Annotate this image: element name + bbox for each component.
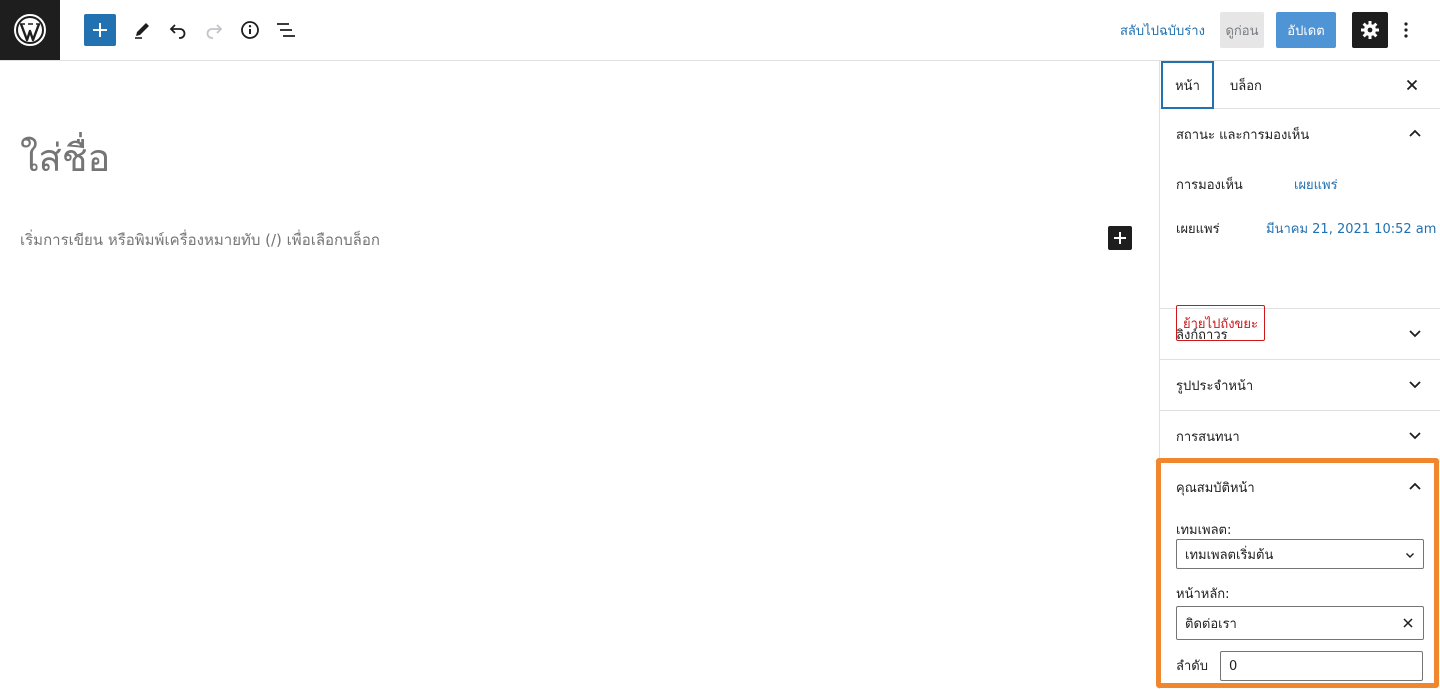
template-label: เทมเพลต: [1176, 523, 1232, 538]
inline-add-block-button[interactable] [1108, 226, 1132, 250]
close-icon [1406, 79, 1418, 91]
status-visibility-panel: สถานะ และการมองเห็น การมองเห็น เผยแพร่ เ… [1160, 109, 1440, 341]
tab-page[interactable]: หน้า [1161, 61, 1214, 109]
options-button[interactable] [1394, 12, 1418, 48]
status-visibility-toggle[interactable]: สถานะ และการมองเห็น [1160, 109, 1440, 159]
plus-icon [1114, 232, 1126, 244]
visibility-toggle[interactable]: เผยแพร่ [1294, 174, 1338, 195]
title-input[interactable]: ใส่ชื่อ [20, 127, 110, 188]
settings-sidebar: หน้า บล็อก สถานะ และการมองเห็น การมองเห็… [1159, 61, 1440, 689]
chevron-down-icon [1406, 553, 1414, 558]
redo-button[interactable] [198, 14, 230, 46]
wordpress-logo[interactable] [0, 0, 60, 60]
template-select-value: เทมเพลตเริ่มต้น [1185, 547, 1274, 563]
settings-button[interactable] [1352, 12, 1388, 48]
chevron-down-icon [1409, 330, 1421, 338]
wordpress-icon [14, 14, 46, 46]
editor-top-bar: สลับไปฉบับร่าง ดูก่อน อัปเดต [0, 0, 1440, 61]
info-icon [241, 21, 259, 39]
permalink-panel: ลิงก์ถาวร [1160, 309, 1440, 360]
close-icon[interactable] [1403, 618, 1413, 628]
order-input[interactable]: 0 [1220, 651, 1423, 681]
page-attributes-toggle[interactable]: คุณสมบัติหน้า [1160, 462, 1440, 512]
chevron-up-icon [1409, 482, 1421, 490]
panel-title: ลิงก์ถาวร [1176, 327, 1228, 343]
panel-title: สถานะ และการมองเห็น [1176, 127, 1310, 143]
visibility-label: การมองเห็น [1176, 178, 1243, 193]
list-view-icon [277, 23, 295, 37]
gear-icon [1361, 21, 1379, 39]
list-view-button[interactable] [270, 14, 302, 46]
parent-page-combobox[interactable]: ติดต่อเรา [1176, 606, 1424, 640]
pencil-icon [135, 23, 149, 39]
close-sidebar-button[interactable] [1400, 73, 1424, 97]
update-button[interactable]: อัปเดต [1276, 12, 1336, 48]
publish-label: เผยแพร่ [1176, 222, 1220, 237]
undo-icon [169, 24, 186, 39]
tab-block[interactable]: บล็อก [1216, 61, 1276, 109]
add-block-button[interactable] [84, 14, 116, 46]
template-select[interactable]: เทมเพลตเริ่มต้น [1176, 539, 1424, 569]
redo-icon [206, 24, 223, 39]
sidebar-tabs: หน้า บล็อก [1160, 61, 1440, 109]
undo-button[interactable] [162, 14, 194, 46]
publish-date-toggle[interactable]: มีนาคม 21, 2021 10:52 am [1266, 218, 1436, 239]
page-attributes-panel: คุณสมบัติหน้า เทมเพลต: เทมเพลตเริ่มต้น ห… [1160, 462, 1440, 689]
panel-title: คุณสมบัติหน้า [1176, 480, 1255, 496]
panel-title: การสนทนา [1176, 429, 1240, 445]
parent-page-value: ติดต่อเรา [1185, 616, 1237, 632]
editor-canvas: ใส่ชื่อ เริ่มการเขียน หรือพิมพ์เครื่องหม… [0, 61, 1159, 689]
permalink-toggle[interactable]: ลิงก์ถาวร [1160, 309, 1440, 359]
details-button[interactable] [234, 14, 266, 46]
plus-icon [93, 23, 107, 37]
parent-page-label: หน้าหลัก: [1176, 587, 1230, 602]
default-block-placeholder[interactable]: เริ่มการเขียน หรือพิมพ์เครื่องหมายทับ (/… [20, 228, 380, 252]
order-label: ลำดับ [1176, 659, 1208, 674]
chevron-down-icon [1409, 381, 1421, 389]
discussion-toggle[interactable]: การสนทนา [1160, 411, 1440, 461]
featured-image-toggle[interactable]: รูปประจำหน้า [1160, 360, 1440, 410]
chevron-up-icon [1409, 129, 1421, 137]
more-vertical-icon [1404, 22, 1408, 38]
tools-button[interactable] [126, 14, 158, 46]
preview-button[interactable]: ดูก่อน [1220, 12, 1264, 48]
featured-image-panel: รูปประจำหน้า [1160, 360, 1440, 411]
discussion-panel: การสนทนา [1160, 411, 1440, 462]
chevron-down-icon [1409, 432, 1421, 440]
switch-to-draft-button[interactable]: สลับไปฉบับร่าง [1114, 14, 1211, 46]
panel-title: รูปประจำหน้า [1176, 378, 1254, 394]
